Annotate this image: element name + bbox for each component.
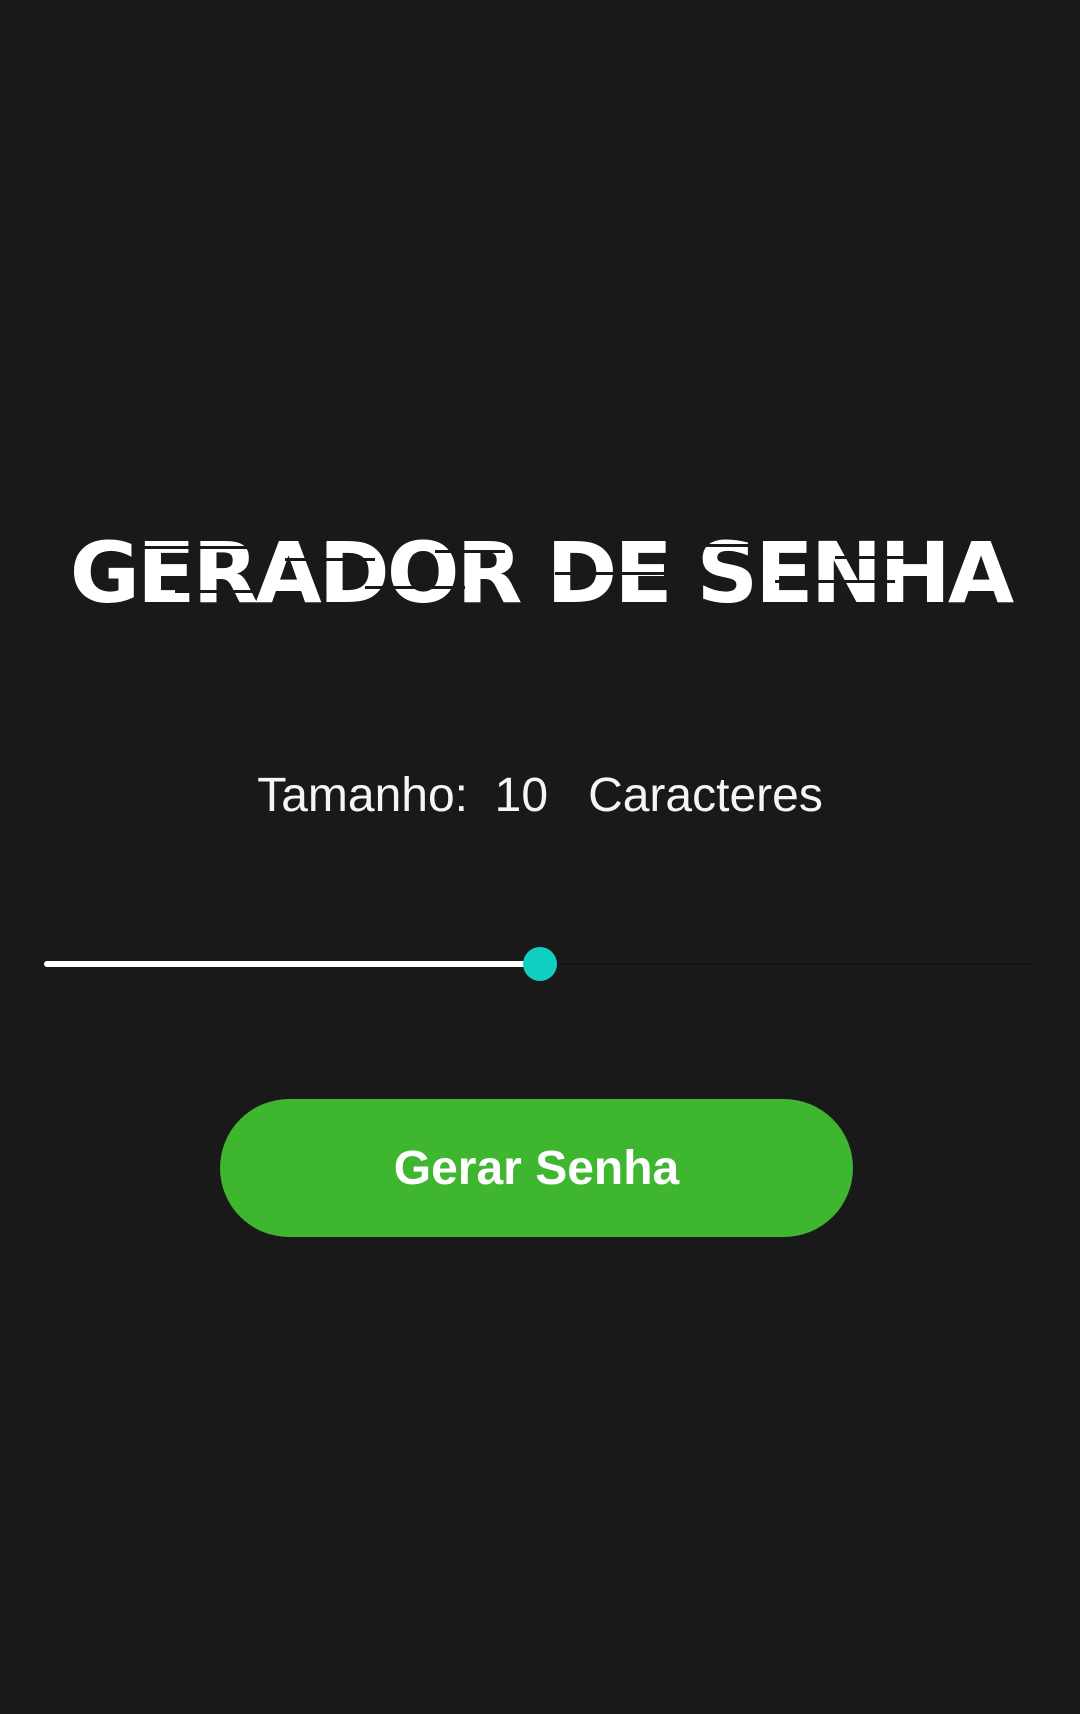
page-title: GERADOR DE SENHA — [69, 524, 1013, 622]
size-value: 10 — [494, 769, 549, 822]
size-label-prefix: Tamanho: — [257, 769, 468, 822]
generate-password-button[interactable]: Gerar Senha — [220, 1099, 853, 1237]
slider-fill — [44, 961, 540, 967]
app-logo-title: GERADOR DE SENHA — [0, 518, 1080, 628]
size-unit: Caracteres — [588, 769, 823, 822]
length-slider[interactable] — [44, 940, 1036, 988]
generate-password-label: Gerar Senha — [393, 1141, 680, 1195]
size-label: Tamanho: 10 Caracteres — [0, 768, 1080, 823]
slider-thumb[interactable] — [523, 947, 557, 981]
